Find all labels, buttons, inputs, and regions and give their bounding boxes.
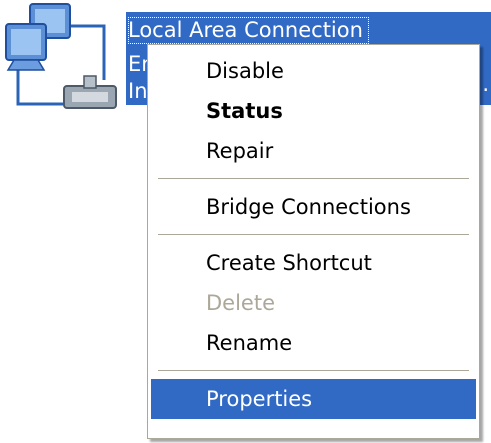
menu-separator: [158, 178, 469, 180]
menu-item-status[interactable]: Status: [151, 91, 476, 131]
menu-separator: [158, 370, 469, 372]
menu-item-delete: Delete: [206, 291, 275, 315]
menu-separator: [158, 234, 469, 236]
menu-item-disable[interactable]: Disable: [151, 51, 476, 91]
network-connection-icon[interactable]: [0, 0, 122, 122]
menu-item-create-shortcut[interactable]: Create Shortcut: [151, 243, 476, 283]
context-menu: Disable Status Repair Bridge Connections…: [147, 44, 480, 439]
connection-title: Local Area Connection: [128, 17, 369, 44]
menu-item-properties[interactable]: Properties: [151, 379, 476, 419]
menu-item-repair[interactable]: Repair: [151, 131, 476, 171]
menu-item-rename[interactable]: Rename: [151, 323, 476, 363]
desktop-area: Local Area Connection En Int ... Disable…: [0, 0, 491, 443]
menu-item-bridge-connections[interactable]: Bridge Connections: [151, 187, 476, 227]
